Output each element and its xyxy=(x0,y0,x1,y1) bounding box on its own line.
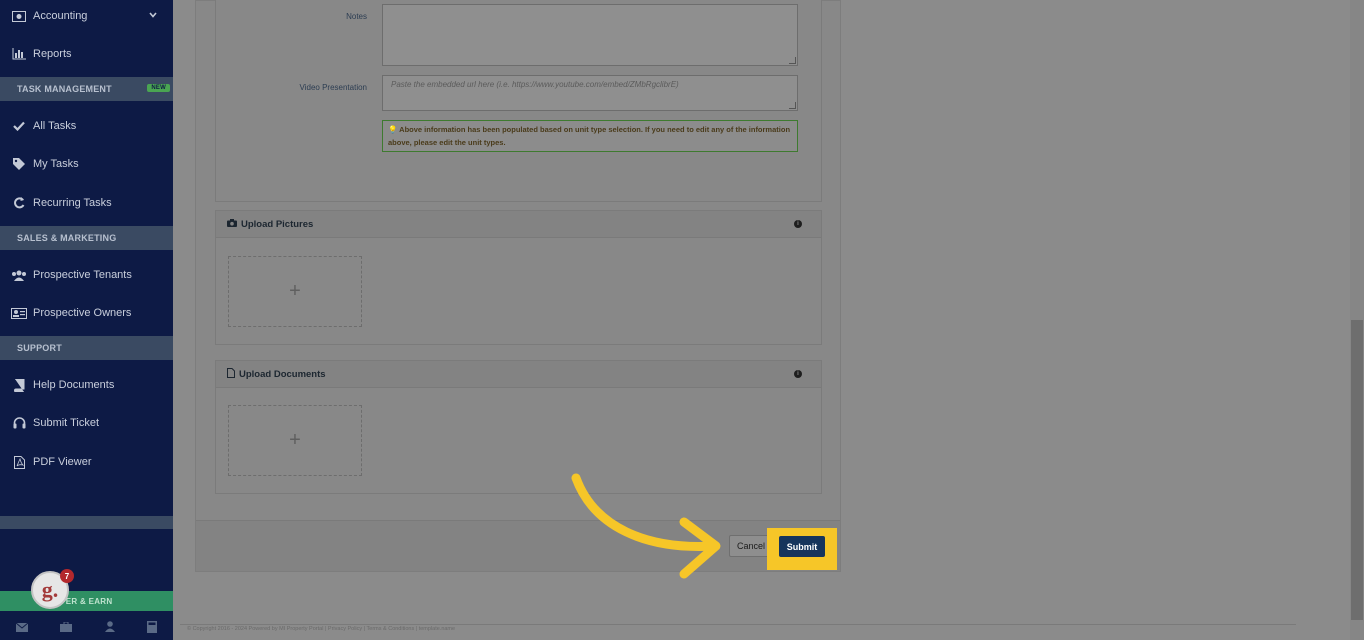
notes-textarea[interactable] xyxy=(382,4,798,66)
sidebar-item-label: Recurring Tasks xyxy=(33,197,112,209)
copyright-text: © Copyright 2016 - 2024 Powered by MI Pr… xyxy=(187,626,456,632)
check-icon xyxy=(11,119,27,133)
video-url-placeholder: Paste the embedded url here (i.e. https:… xyxy=(391,80,679,89)
upload-documents-header: Upload Documents i xyxy=(216,361,821,388)
video-presentation-label: Video Presentation xyxy=(299,83,367,92)
unit-type-info-alert: 💡 Above information has been populated b… xyxy=(382,120,798,152)
picture-drop-zone[interactable]: + xyxy=(228,256,362,327)
sidebar-item-my-tasks[interactable]: My Tasks xyxy=(0,150,173,178)
sidebar-item-label: Reports xyxy=(33,48,72,60)
upload-pictures-card: Upload Pictures i + xyxy=(215,210,822,345)
upload-pictures-header: Upload Pictures i xyxy=(216,211,821,238)
plus-icon: + xyxy=(289,280,301,302)
sidebar-item-accounting[interactable]: Accounting xyxy=(0,2,173,30)
user-icon[interactable] xyxy=(104,621,115,635)
sidebar-item-all-tasks[interactable]: All Tasks xyxy=(0,112,173,140)
pdf-icon xyxy=(11,455,27,469)
sidebar: Accounting Reports TASK MANAGEMENT NEW A… xyxy=(0,0,173,640)
bar-chart-icon xyxy=(11,47,27,61)
document-drop-zone[interactable]: + xyxy=(228,405,362,476)
pointer-arrow-icon xyxy=(571,473,721,579)
sidebar-divider xyxy=(0,516,173,529)
sidebar-item-pdf-viewer[interactable]: PDF Viewer xyxy=(0,448,173,476)
section-task-management: TASK MANAGEMENT NEW xyxy=(0,77,173,101)
mail-icon[interactable] xyxy=(15,621,29,635)
id-card-icon xyxy=(11,306,27,320)
sidebar-item-recurring-tasks[interactable]: Recurring Tasks xyxy=(0,189,173,217)
upload-documents-title: Upload Documents xyxy=(239,368,326,380)
resize-handle-icon[interactable] xyxy=(789,57,796,64)
resize-handle-icon[interactable] xyxy=(789,102,796,109)
accounting-icon xyxy=(11,9,27,23)
submit-button[interactable]: Submit xyxy=(779,536,825,557)
sidebar-item-label: Prospective Owners xyxy=(33,307,132,319)
sidebar-item-label: Help Documents xyxy=(33,379,115,391)
sidebar-bottom-toolbar xyxy=(0,616,173,640)
notification-count-badge: 7 xyxy=(60,569,74,583)
briefcase-icon[interactable] xyxy=(60,621,73,635)
refer-and-earn-button[interactable]: FER & EARN xyxy=(0,591,173,611)
sidebar-item-label: My Tasks xyxy=(33,158,79,170)
sidebar-item-label: PDF Viewer xyxy=(33,456,92,468)
refresh-icon xyxy=(11,196,27,210)
video-url-textarea[interactable]: Paste the embedded url here (i.e. https:… xyxy=(382,75,798,111)
sidebar-item-label: Accounting xyxy=(33,10,88,22)
sidebar-item-prospective-tenants[interactable]: Prospective Tenants xyxy=(0,261,173,289)
section-sales-marketing: SALES & MARKETING xyxy=(0,226,173,250)
lightbulb-icon: 💡 xyxy=(388,125,398,134)
headset-icon xyxy=(11,416,27,430)
book-icon xyxy=(11,378,27,392)
file-icon xyxy=(227,368,235,380)
notes-label: Notes xyxy=(346,12,367,21)
users-icon xyxy=(11,268,27,282)
scrollbar-thumb[interactable] xyxy=(1351,320,1363,620)
sidebar-item-help-documents[interactable]: Help Documents xyxy=(0,371,173,399)
plus-icon: + xyxy=(289,429,301,451)
upload-pictures-title: Upload Pictures xyxy=(241,218,314,230)
camera-icon xyxy=(227,219,237,229)
sidebar-item-prospective-owners[interactable]: Prospective Owners xyxy=(0,299,173,327)
sidebar-item-label: Prospective Tenants xyxy=(33,269,132,281)
info-icon[interactable]: i xyxy=(794,370,802,378)
info-icon[interactable]: i xyxy=(794,220,802,228)
tag-icon xyxy=(11,157,27,171)
footer-divider xyxy=(180,624,1296,625)
sidebar-item-reports[interactable]: Reports xyxy=(0,40,173,68)
sidebar-item-label: Submit Ticket xyxy=(33,417,100,429)
section-support: SUPPORT xyxy=(0,336,173,360)
sidebar-item-submit-ticket[interactable]: Submit Ticket xyxy=(0,409,173,437)
new-badge: NEW xyxy=(147,84,170,92)
sidebar-item-label: All Tasks xyxy=(33,120,77,132)
calculator-icon[interactable] xyxy=(146,620,157,636)
chevron-down-icon[interactable] xyxy=(149,10,157,21)
